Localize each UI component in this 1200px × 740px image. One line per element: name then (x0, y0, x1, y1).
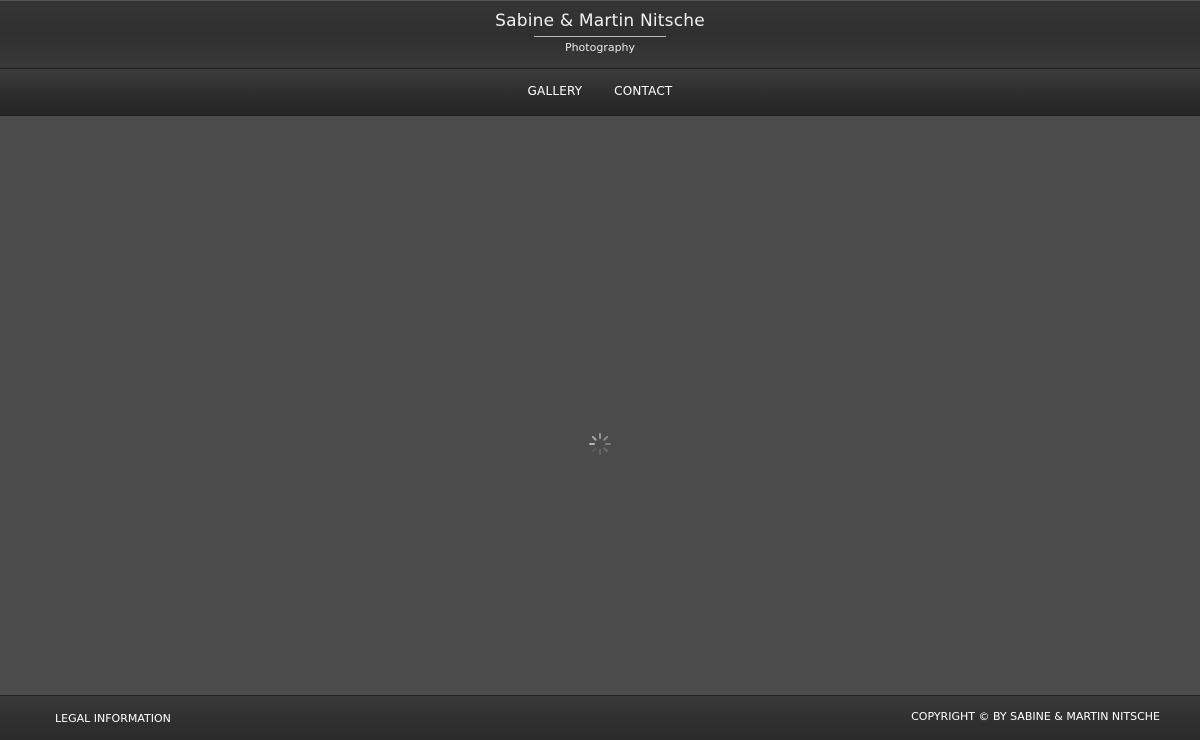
page: Sabine & Martin Nitsche Photography GALL… (0, 0, 1200, 740)
copyright-notice: COPYRIGHT © BY SABINE & MARTIN NITSCHE (911, 710, 1160, 723)
nav-item-contact[interactable]: CONTACT (614, 84, 672, 98)
site-subtitle: Photography (564, 41, 636, 54)
nav-menu: GALLERY CONTACT (0, 84, 1200, 98)
title-divider (534, 36, 666, 37)
site-footer: LEGAL INFORMATION COPYRIGHT © BY SABINE … (0, 695, 1200, 740)
main-navigation: GALLERY CONTACT (0, 68, 1200, 116)
gallery-content-area (0, 116, 1200, 695)
site-header: Sabine & Martin Nitsche Photography (0, 0, 1200, 68)
spinner-icon (589, 433, 611, 455)
nav-item-gallery[interactable]: GALLERY (528, 84, 583, 98)
legal-information-link[interactable]: LEGAL INFORMATION (55, 712, 171, 725)
site-title[interactable]: Sabine & Martin Nitsche (0, 11, 1200, 31)
